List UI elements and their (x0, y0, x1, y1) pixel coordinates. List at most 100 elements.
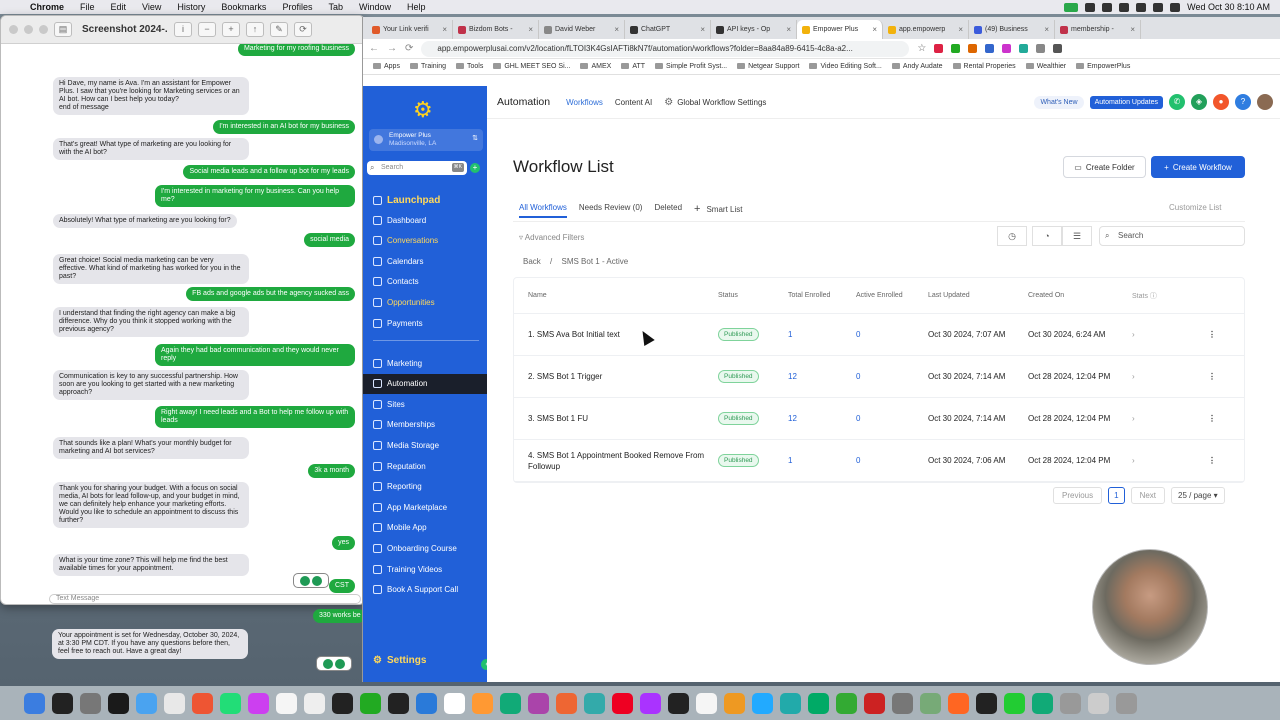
bookmark-item[interactable]: Andy Audate (892, 63, 943, 70)
sidebar-item-media-storage[interactable]: Media Storage (363, 435, 487, 455)
battery-icon[interactable] (1136, 2, 1147, 12)
dock-app-icon[interactable] (780, 692, 801, 714)
table-row[interactable]: 1. SMS Ava Bot Initial text Published 1 0 Oc… (514, 314, 1244, 356)
sidebar-item-memberships[interactable]: Memberships (363, 415, 487, 435)
sidebar-item-marketing[interactable]: Marketing (363, 353, 487, 373)
dock-app-icon[interactable] (836, 692, 857, 714)
sidebar-item-launchpad[interactable]: Launchpad (363, 190, 487, 210)
extension-icon[interactable] (951, 44, 961, 53)
grammarly-badge[interactable] (316, 656, 352, 671)
active-enrolled[interactable]: 0 (856, 372, 928, 381)
tray-icon[interactable] (1102, 2, 1113, 12)
dock-app-icon[interactable] (304, 692, 325, 714)
menu-history[interactable]: History (169, 2, 213, 12)
dock-app-icon[interactable] (1116, 692, 1137, 714)
bookmark-item[interactable]: Training (410, 63, 446, 70)
more-actions-icon[interactable]: ⋮ (1182, 330, 1242, 339)
sidebar-item-app-marketplace[interactable]: App Marketplace (363, 497, 487, 517)
close-tab-icon[interactable]: × (528, 25, 533, 34)
create-folder-button[interactable]: ▭ Create Folder (1063, 156, 1146, 178)
dock-app-icon[interactable] (136, 692, 157, 714)
sidebar-item-conversations[interactable]: Conversations (363, 231, 487, 251)
dock-app-icon[interactable] (948, 692, 969, 714)
share-icon[interactable]: ↑ (246, 22, 264, 37)
bookmark-item[interactable]: Netgear Support (737, 63, 799, 70)
table-row[interactable]: 2. SMS Bot 1 Trigger Published 12 0 Oct 30 2… (514, 356, 1244, 398)
total-enrolled[interactable]: 1 (788, 456, 856, 465)
browser-tab[interactable]: API keys - Op × (711, 20, 797, 39)
history-view-button[interactable]: ◷ (997, 226, 1027, 246)
table-row[interactable]: 3. SMS Bot 1 FU Published 12 0 Oct 30 2024, … (514, 398, 1244, 440)
table-row[interactable]: 4. SMS Bot 1 Appointment Booked Remove F… (514, 440, 1244, 482)
bookmark-item[interactable]: Apps (373, 63, 400, 70)
bookmark-item[interactable]: AMEX (580, 63, 611, 70)
reload-icon[interactable]: ⟳ (405, 43, 413, 54)
quick-add-icon[interactable]: + (470, 163, 480, 173)
dock-app-icon[interactable] (1088, 692, 1109, 714)
bookmark-item[interactable]: Tools (456, 63, 483, 70)
dock-app-icon[interactable] (808, 692, 829, 714)
close-tab-icon[interactable]: × (1044, 25, 1049, 34)
zoom-out-icon[interactable]: − (198, 22, 216, 37)
dock-app-icon[interactable] (24, 692, 45, 714)
dock-app-icon[interactable] (668, 692, 689, 714)
active-enrolled[interactable]: 0 (856, 414, 928, 423)
workflow-name[interactable]: 2. SMS Bot 1 Trigger (514, 371, 718, 382)
extension-icon[interactable] (934, 44, 944, 53)
dock-app-icon[interactable] (472, 692, 493, 714)
wifi-icon[interactable] (1153, 2, 1164, 12)
automation-updates-button[interactable]: Automation Updates (1089, 95, 1163, 109)
chevron-right-icon[interactable]: › (1132, 414, 1182, 423)
zoom-in-icon[interactable]: + (222, 22, 240, 37)
dock-app-icon[interactable] (892, 692, 913, 714)
notification-bell-icon[interactable]: ● (1213, 94, 1229, 110)
page-number-button[interactable]: 1 (1108, 487, 1125, 504)
url-input[interactable]: app.empowerplusai.com/v2/location/fLTOI3… (421, 40, 910, 57)
chevron-right-icon[interactable]: › (1132, 372, 1182, 381)
col-last-updated[interactable]: Last Updated (928, 290, 1028, 301)
browser-tab[interactable]: Your Link verifi × (367, 20, 453, 39)
tab-global-workflow-settings[interactable]: Global Workflow Settings (664, 97, 766, 108)
facetime-icon[interactable] (1064, 2, 1079, 12)
menu-tab[interactable]: Tab (320, 2, 351, 12)
dock-app-icon[interactable] (584, 692, 605, 714)
total-enrolled[interactable]: 12 (788, 414, 856, 423)
next-page-button[interactable]: Next (1130, 487, 1166, 504)
close-tab-icon[interactable]: × (786, 25, 791, 34)
dock-app-icon[interactable] (920, 692, 941, 714)
active-enrolled[interactable]: 0 (856, 456, 928, 465)
dock-app-icon[interactable] (556, 692, 577, 714)
message-input[interactable]: Text Message (49, 594, 361, 604)
dock-app-icon[interactable] (528, 692, 549, 714)
bookmark-star-icon[interactable]: ☆ (917, 43, 926, 54)
dock-app-icon[interactable] (52, 692, 73, 714)
dock-app-icon[interactable] (220, 692, 241, 714)
more-actions-icon[interactable]: ⋮ (1182, 372, 1242, 381)
location-switcher[interactable]: Empower Plus Madisonville, LA ⇅ (369, 129, 483, 151)
menu-app-name[interactable]: Chrome (22, 2, 72, 12)
sidebar-search-input[interactable]: ⌕ Search ⌘K (367, 161, 467, 175)
tray-icon[interactable] (1119, 2, 1130, 12)
bookmark-item[interactable]: Wealthier (1026, 63, 1066, 70)
sidebar-item-opportunities[interactable]: Opportunities (363, 292, 487, 312)
info-icon[interactable]: i (174, 22, 192, 37)
dock-app-icon[interactable] (612, 692, 633, 714)
clock-view-button[interactable]: ◔ (1032, 226, 1062, 246)
workflow-name[interactable]: 1. SMS Ava Bot Initial text (514, 329, 718, 340)
sidebar-item-payments[interactable]: Payments (363, 313, 487, 333)
tab-content-ai[interactable]: Content AI (615, 98, 652, 107)
bookmark-item[interactable]: Simple Profit Syst... (655, 63, 727, 70)
extension-icon[interactable] (1002, 44, 1012, 53)
sidebar-item-mobile-app[interactable]: Mobile App (363, 518, 487, 538)
tray-icon[interactable] (1085, 2, 1096, 12)
phone-icon[interactable]: ✆ (1169, 94, 1185, 110)
sidebar-item-onboarding-course[interactable]: Onboarding Course (363, 538, 487, 558)
col-created-on[interactable]: Created On (1028, 290, 1132, 301)
user-avatar[interactable] (1257, 94, 1273, 110)
col-active-enrolled[interactable]: Active Enrolled (856, 292, 928, 299)
bookmark-item[interactable]: Rental Properies (953, 63, 1016, 70)
profile-icon[interactable] (1053, 44, 1063, 53)
browser-tab[interactable]: Bizdom Bots - × (453, 20, 539, 39)
dock-app-icon[interactable] (500, 692, 521, 714)
rotate-icon[interactable]: ⟳ (294, 22, 312, 37)
